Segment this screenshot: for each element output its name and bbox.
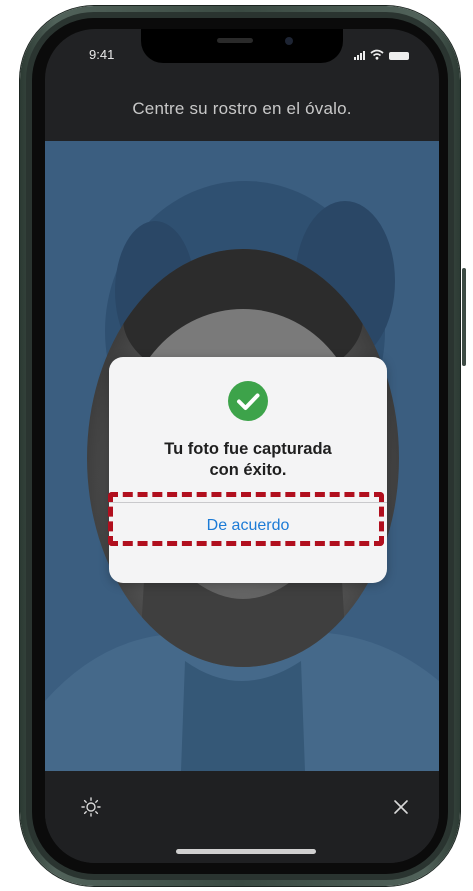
mockup-stage: 9:41 Centre su rostro en el óvalo. Tu fo…	[0, 0, 473, 891]
status-time: 9:41	[89, 47, 115, 62]
phone-screen: 9:41 Centre su rostro en el óvalo. Tu fo…	[45, 29, 439, 863]
camera-bottom-bar	[45, 771, 439, 863]
speaker-grille	[217, 38, 253, 43]
ok-button[interactable]: De acuerdo	[109, 503, 387, 547]
dialog-message-line-1: Tu foto fue capturada	[164, 440, 332, 458]
dialog-message-line-2: con éxito.	[209, 461, 287, 479]
close-icon[interactable]	[393, 799, 409, 815]
phone-notch	[141, 29, 343, 63]
signal-icon	[354, 51, 365, 60]
status-icons	[354, 49, 409, 60]
success-dialog: Tu foto fue capturada con éxito. De acue…	[109, 357, 387, 583]
dialog-message: Tu foto fue capturada con éxito.	[109, 439, 387, 481]
wifi-icon	[370, 49, 384, 60]
battery-icon	[389, 52, 409, 60]
side-button-right	[462, 268, 466, 366]
camera-instruction: Centre su rostro en el óvalo.	[132, 99, 352, 118]
brightness-icon[interactable]	[81, 797, 101, 817]
front-camera-icon	[285, 37, 293, 45]
home-indicator[interactable]	[176, 849, 316, 854]
checkmark-circle-icon	[228, 381, 268, 421]
